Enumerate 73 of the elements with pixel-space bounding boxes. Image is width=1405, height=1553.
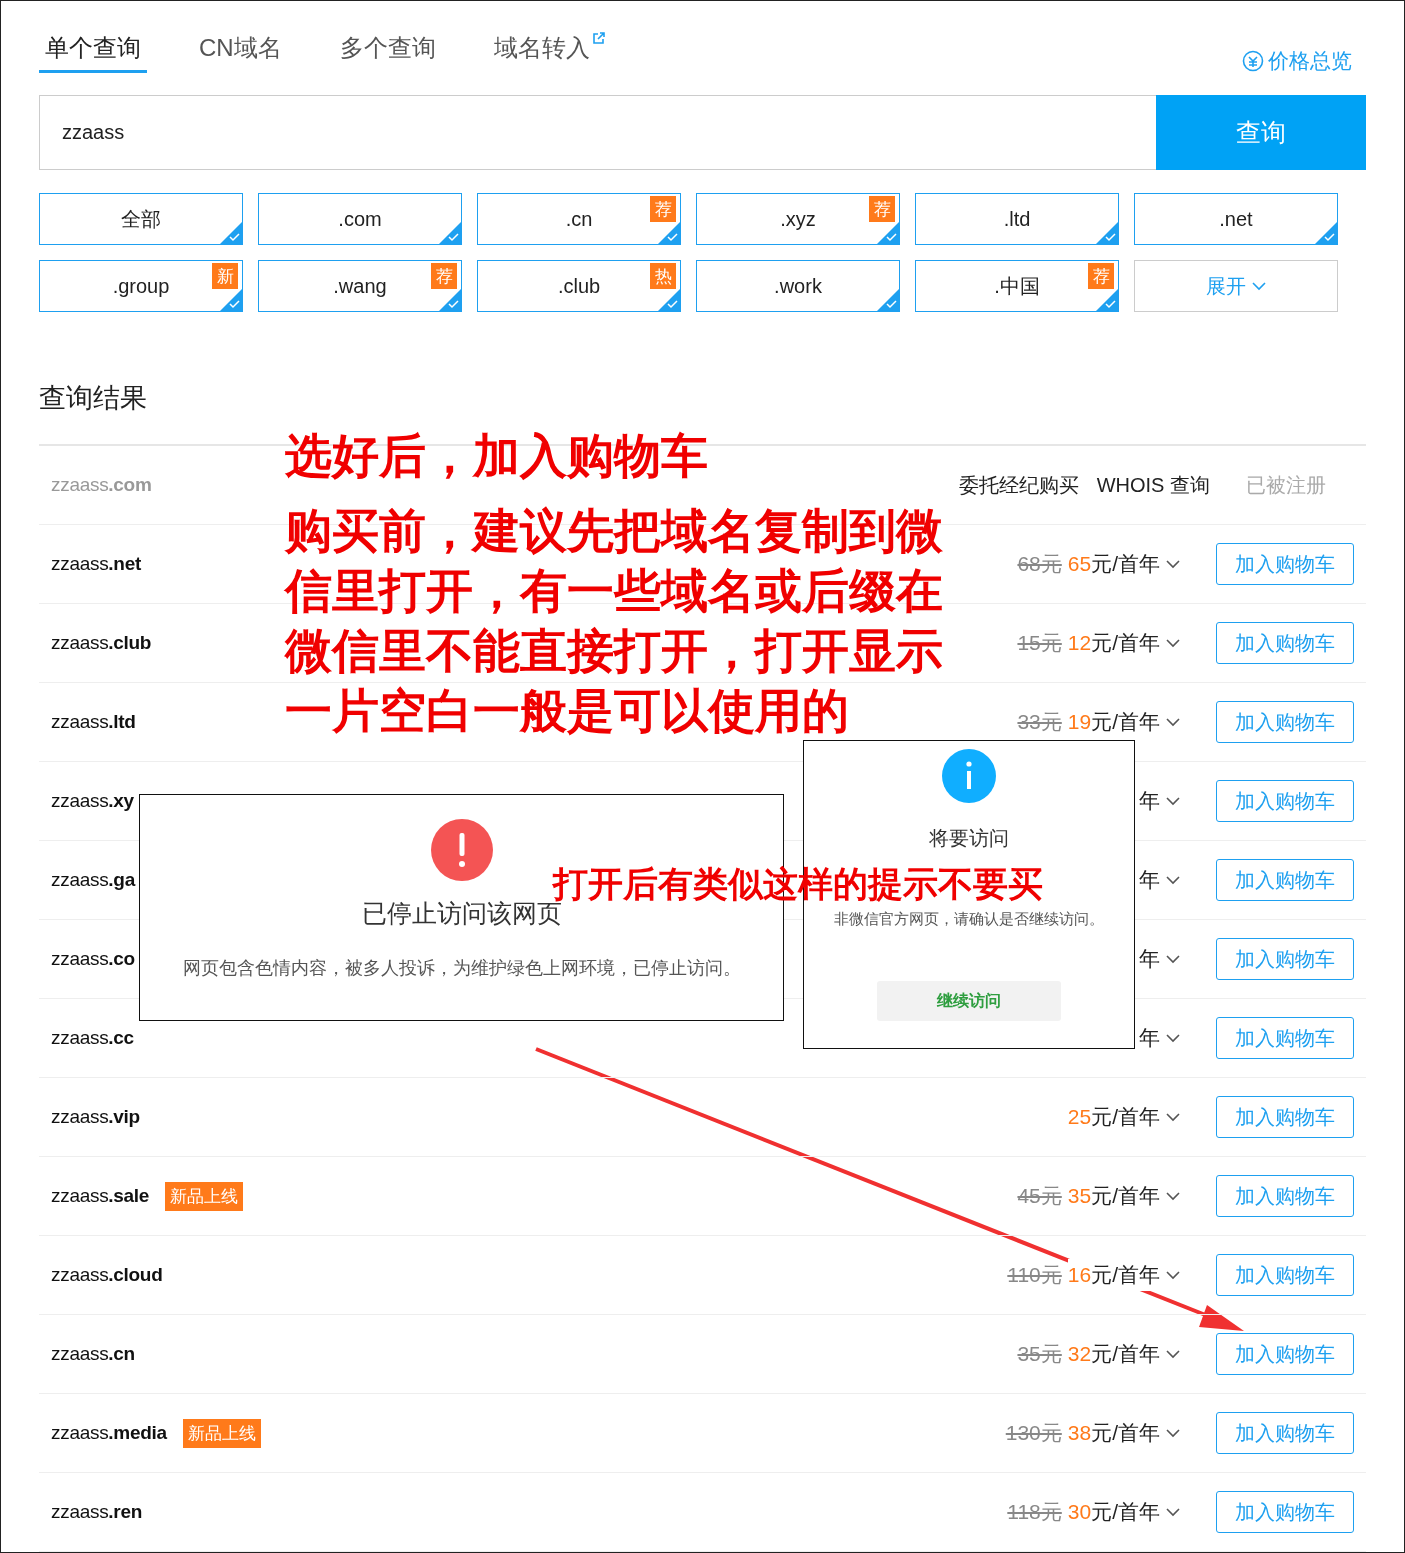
- suffix-option[interactable]: .中国 荐: [915, 260, 1119, 312]
- price-icon: [1242, 50, 1264, 72]
- tab[interactable]: 域名转入: [487, 31, 611, 73]
- domain-name: zzaass.net: [51, 553, 141, 575]
- suffix-option[interactable]: 全部: [39, 193, 243, 245]
- price-text[interactable]: 16元/首年: [1067, 1259, 1160, 1291]
- old-price: 130元: [1005, 1420, 1062, 1446]
- domain-name: zzaass.ltd: [51, 711, 136, 733]
- section-title: 查询结果: [39, 382, 148, 415]
- old-price: 110元: [1007, 1262, 1062, 1288]
- chevron-down-icon: [1166, 954, 1180, 964]
- dialog-message: 网页包含色情内容，被多人投诉，为维护绿色上网环境，已停止访问。: [182, 956, 741, 980]
- domain-name: zzaass.cn: [51, 1343, 135, 1365]
- chevron-down-icon: [1166, 1033, 1180, 1043]
- suffix-option[interactable]: .ltd: [915, 193, 1119, 245]
- suffix-option[interactable]: .net: [1134, 193, 1338, 245]
- tab[interactable]: CN域名: [193, 31, 288, 73]
- domain-name: zzaass.ren: [51, 1501, 142, 1523]
- suffix-badge: 荐: [1088, 263, 1114, 289]
- chevron-down-icon: [1166, 559, 1180, 569]
- domain-name: zzaass.ga: [51, 869, 135, 891]
- annotation-text: 选好后，加入购物车: [285, 428, 708, 484]
- suffix-option[interactable]: .work: [696, 260, 900, 312]
- chevron-down-icon: [1166, 1349, 1180, 1359]
- suffix-option[interactable]: .xyz 荐: [696, 193, 900, 245]
- domain-name: zzaass.vip: [51, 1106, 140, 1128]
- old-price: 118元: [1007, 1499, 1062, 1525]
- new-tag: 新品上线: [165, 1181, 244, 1211]
- chevron-down-icon: [1166, 638, 1180, 648]
- chevron-down-icon: [1166, 1191, 1180, 1201]
- dialog-title: 将要访问: [929, 825, 1009, 852]
- dialog-message: 非微信官方网页，请确认是否继续访问。: [834, 910, 1104, 929]
- suffix-option[interactable]: .com: [258, 193, 462, 245]
- domain-name: zzaass.xy: [51, 790, 134, 812]
- suffix-option[interactable]: .cn 荐: [477, 193, 681, 245]
- action-link[interactable]: 委托经纪购买: [958, 471, 1079, 499]
- suffix-option[interactable]: .wang 荐: [258, 260, 462, 312]
- suffix-badge: 荐: [650, 196, 676, 222]
- suffix-badge: 热: [650, 263, 676, 289]
- chevron-down-icon: [1166, 875, 1180, 885]
- action-link[interactable]: WHOIS 查询: [1096, 471, 1210, 499]
- chevron-down-icon: [1166, 1112, 1180, 1122]
- domain-name: zzaass.club: [51, 632, 152, 654]
- domain-name: zzaass.cc: [51, 1027, 134, 1049]
- chevron-down-icon: [1166, 1507, 1180, 1517]
- suffix-badge: 荐: [431, 263, 457, 289]
- old-price: 68元: [1017, 551, 1062, 577]
- old-price: 15元: [1017, 630, 1062, 656]
- new-tag: 新品上线: [182, 1418, 261, 1448]
- domain-name: zzaass.media: [51, 1422, 167, 1444]
- old-price: 33元: [1017, 709, 1062, 735]
- chevron-down-icon: [1166, 1428, 1180, 1438]
- suffix-badge: 新: [212, 263, 238, 289]
- domain-name: zzaass.sale: [51, 1185, 150, 1207]
- chevron-down-icon: [1252, 281, 1266, 291]
- old-price: 45元: [1017, 1183, 1062, 1209]
- search-field[interactable]: zzaass: [39, 95, 1156, 170]
- suffix-option[interactable]: .group 新: [39, 260, 243, 312]
- info-icon: [942, 749, 996, 803]
- tab[interactable]: 单个查询: [39, 31, 147, 73]
- suffix-badge: 荐: [869, 196, 895, 222]
- domain-name: zzaass.cloud: [51, 1264, 163, 1286]
- chevron-down-icon: [1166, 796, 1180, 806]
- domain-name: zzaass.com: [51, 474, 152, 496]
- suffix-option[interactable]: .club 热: [477, 260, 681, 312]
- warning-icon: [430, 819, 493, 881]
- chevron-down-icon: [1166, 717, 1180, 727]
- old-price: 35元: [1017, 1341, 1062, 1367]
- annotation-text: 购买前，建议先把域名复制到微信里打开，有一些域名或后缀在微信里不能直接打开，打开显示一片空白一般是可以使用的: [285, 503, 943, 739]
- chevron-down-icon: [1166, 1270, 1180, 1280]
- tab[interactable]: 多个查询: [333, 31, 442, 73]
- status-label: 已被注册: [1246, 472, 1326, 498]
- domain-name: zzaass.co: [51, 948, 135, 970]
